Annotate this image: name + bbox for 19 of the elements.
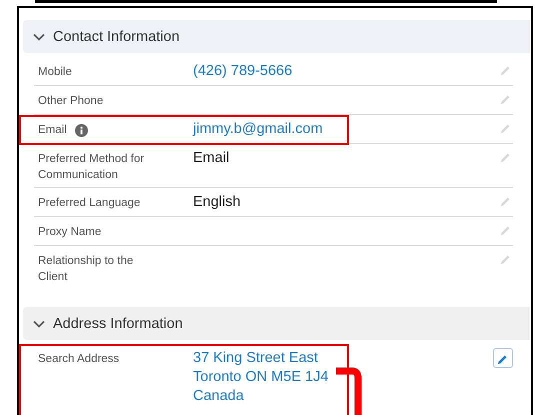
field-value: English <box>193 193 241 212</box>
field-label: Proxy Name <box>38 225 102 240</box>
info-icon[interactable] <box>74 124 88 136</box>
field-value: Email <box>193 149 230 168</box>
field-link[interactable]: (426) 789-5666 <box>193 62 292 81</box>
field-label: Relationship to the Client <box>38 254 134 285</box>
field-label: Preferred Language <box>38 196 140 211</box>
field-link[interactable]: 37 King Street East Toronto ON M5E 1J4 Canada <box>193 349 328 406</box>
field-label: Search Address <box>38 352 120 367</box>
field-link[interactable]: jimmy.b@gmail.com <box>193 120 323 139</box>
field-label: Email <box>38 123 67 138</box>
section-title: Address Information <box>53 316 183 332</box>
section-header[interactable]: Address Information <box>23 307 531 340</box>
field-label: Mobile <box>38 65 72 80</box>
section-title: Contact Information <box>53 28 180 44</box>
edit-button[interactable] <box>493 348 513 368</box>
field-label: Preferred Method for Communication <box>38 152 146 183</box>
section-header[interactable]: Contact Information <box>23 20 531 53</box>
field-label: Other Phone <box>38 94 104 109</box>
